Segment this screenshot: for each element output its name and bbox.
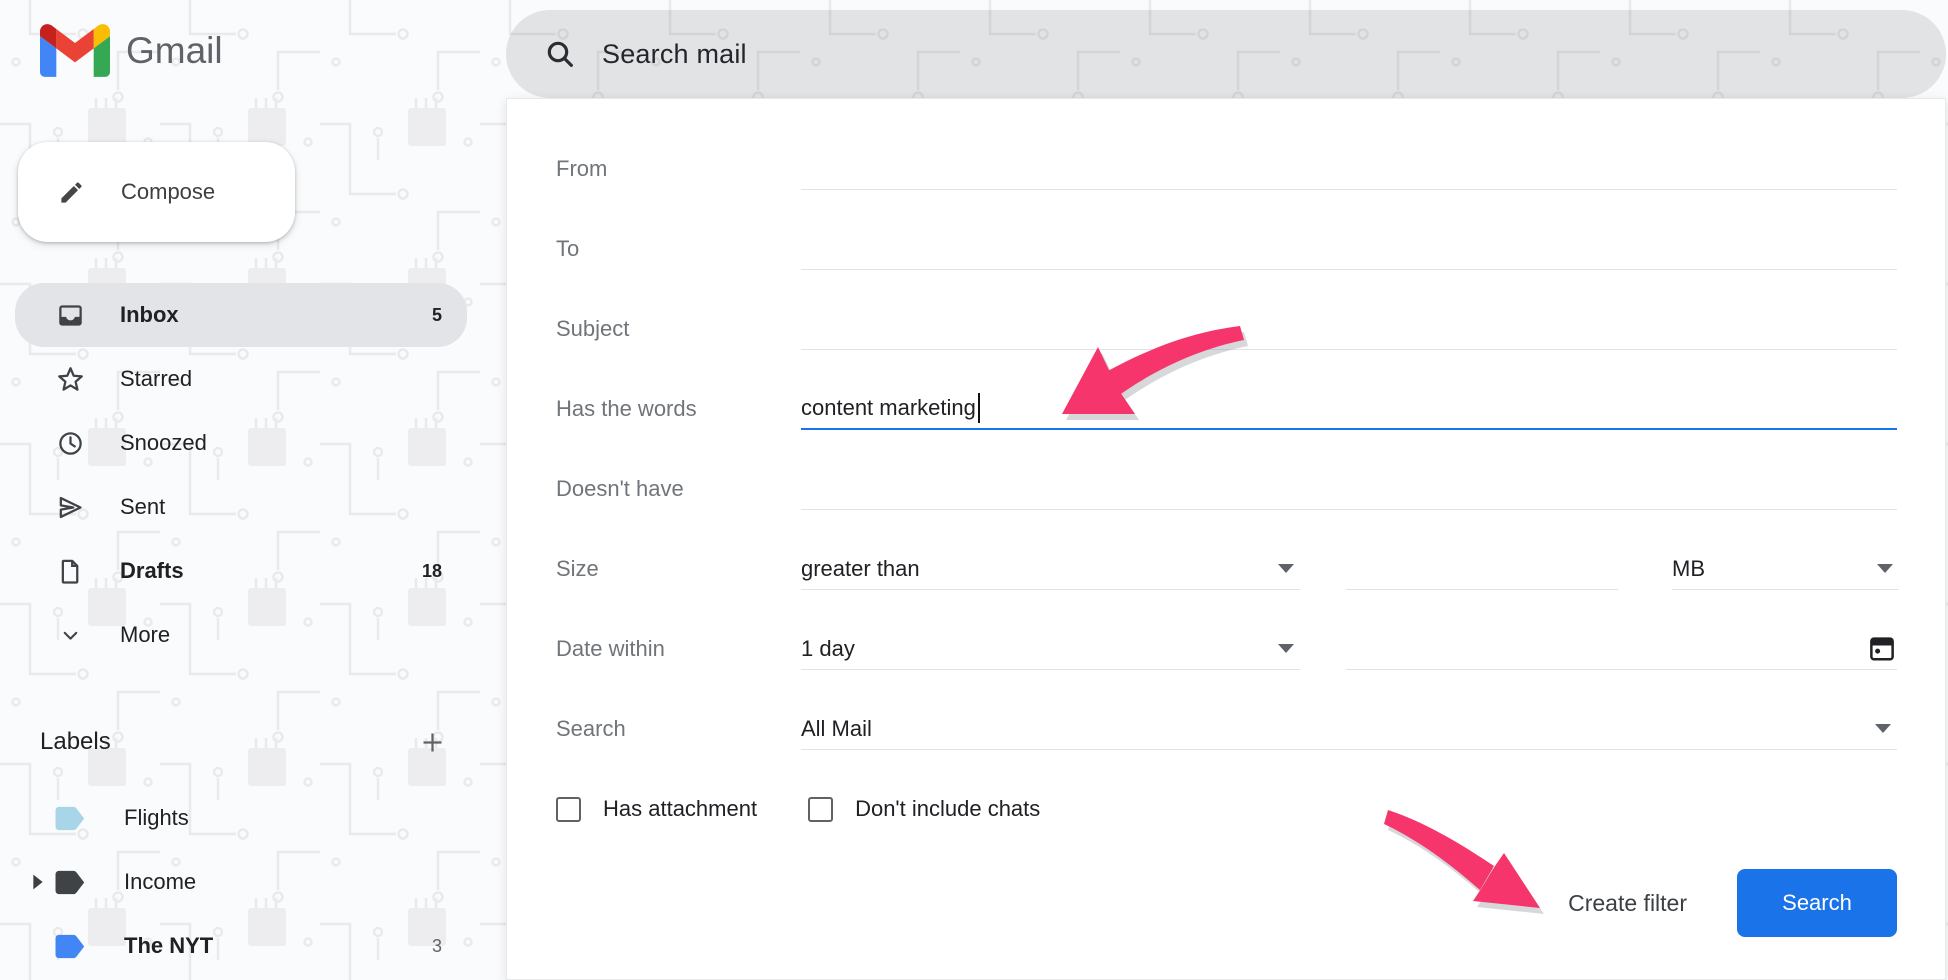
label-name: Income	[124, 869, 196, 895]
field-label: Doesn't have	[556, 476, 801, 502]
label-name: The NYT	[124, 933, 213, 959]
label-item-income[interactable]: Income	[15, 850, 467, 914]
sidebar-item-label: Starred	[120, 366, 192, 392]
pencil-icon	[58, 179, 85, 206]
sidebar-item-label: More	[120, 622, 170, 648]
send-icon	[57, 494, 84, 521]
dropdown-arrow-icon	[1278, 644, 1294, 653]
text-cursor	[978, 393, 980, 423]
expand-arrow-icon[interactable]	[31, 874, 45, 890]
compose-button[interactable]: Compose	[18, 142, 295, 242]
field-label: Search	[556, 716, 801, 742]
filter-row-doesnt-have: Doesn't have	[556, 449, 1897, 529]
labels-list: Flights Income The NYT 3	[0, 786, 506, 978]
labels-header: Labels	[0, 712, 506, 772]
clock-icon	[57, 430, 84, 457]
sidebar-item-label: Sent	[120, 494, 165, 520]
search-mail-placeholder: Search mail	[602, 39, 747, 70]
search-filter-panel: From To Subject Has the words content ma…	[506, 98, 1946, 980]
tag-icon	[55, 934, 86, 959]
create-filter-button[interactable]: Create filter	[1568, 890, 1687, 917]
gmail-search-filter-screen: Gmail Compose Inbox 5	[0, 0, 1948, 980]
filter-row-subject: Subject	[556, 289, 1897, 369]
search-submit-button[interactable]: Search	[1737, 869, 1897, 937]
drafts-count-badge: 18	[422, 561, 442, 582]
sidebar-item-label: Snoozed	[120, 430, 207, 456]
size-unit-select[interactable]: MB	[1672, 548, 1899, 590]
filter-row-search-scope: Search All Mail	[556, 689, 1897, 769]
field-label: Size	[556, 556, 801, 582]
sidebar-item-drafts[interactable]: Drafts 18	[15, 539, 467, 603]
filter-row-size: Size greater than MB	[556, 529, 1897, 609]
selected-value: 1 day	[801, 636, 855, 662]
search-icon	[544, 38, 576, 70]
sidebar-item-label: Drafts	[120, 558, 184, 584]
selected-value: MB	[1672, 556, 1705, 582]
calendar-icon	[1867, 633, 1897, 663]
field-label: To	[556, 236, 801, 262]
sidebar-item-starred[interactable]: Starred	[15, 347, 467, 411]
inbox-icon	[57, 302, 84, 329]
dropdown-arrow-icon	[1278, 564, 1294, 573]
labels-heading: Labels	[40, 728, 111, 756]
sidebar-item-more[interactable]: More	[15, 603, 467, 667]
label-item-flights[interactable]: Flights	[15, 786, 467, 850]
label-item-the-nyt[interactable]: The NYT 3	[15, 914, 467, 978]
sidebar-item-label: Inbox	[120, 302, 179, 328]
compose-label: Compose	[121, 179, 215, 205]
sidebar-nav: Inbox 5 Starred Sn	[0, 283, 506, 667]
star-icon	[57, 366, 84, 393]
search-mail-bar[interactable]: Search mail	[506, 10, 1946, 98]
dropdown-arrow-icon	[1875, 724, 1891, 733]
filter-row-to: To	[556, 209, 1897, 289]
filter-row-date-within: Date within 1 day	[556, 609, 1897, 689]
field-label: From	[556, 156, 801, 182]
calendar-button[interactable]	[1867, 633, 1897, 663]
subject-input[interactable]	[801, 308, 1897, 350]
has-the-words-input[interactable]: content marketing	[801, 388, 1897, 430]
field-label: Subject	[556, 316, 801, 342]
selected-value: All Mail	[801, 716, 872, 742]
selected-value: greater than	[801, 556, 920, 582]
inbox-count-badge: 5	[432, 305, 442, 326]
size-amount-input[interactable]	[1346, 548, 1618, 590]
size-comparator-select[interactable]: greater than	[801, 548, 1300, 590]
date-range-select[interactable]: 1 day	[801, 628, 1300, 670]
gmail-logo[interactable]: Gmail	[40, 24, 223, 77]
tag-icon	[55, 806, 86, 831]
tag-icon	[55, 870, 86, 895]
add-label-button[interactable]	[419, 729, 446, 756]
dropdown-arrow-icon	[1877, 564, 1893, 573]
dont-include-chats-label[interactable]: Don't include chats	[855, 796, 1040, 822]
has-attachment-checkbox[interactable]	[556, 797, 581, 822]
field-label: Has the words	[556, 396, 801, 422]
filter-row-from: From	[556, 129, 1897, 209]
has-attachment-label[interactable]: Has attachment	[603, 796, 757, 822]
dont-include-chats-group: Don't include chats	[808, 796, 1040, 822]
to-input[interactable]	[801, 228, 1897, 270]
dont-include-chats-checkbox[interactable]	[808, 797, 833, 822]
sidebar: Gmail Compose Inbox 5	[0, 0, 506, 980]
sidebar-item-sent[interactable]: Sent	[15, 475, 467, 539]
field-value: content marketing	[801, 395, 976, 421]
label-name: Flights	[124, 805, 189, 831]
sidebar-item-snoozed[interactable]: Snoozed	[15, 411, 467, 475]
chevron-down-icon	[57, 623, 84, 648]
field-label: Date within	[556, 636, 801, 662]
filter-row-checkboxes: Has attachment Don't include chats	[556, 769, 1897, 849]
filter-row-has-the-words: Has the words content marketing	[556, 369, 1897, 449]
from-input[interactable]	[801, 148, 1897, 190]
sidebar-item-inbox[interactable]: Inbox 5	[15, 283, 467, 347]
file-icon	[57, 558, 84, 585]
date-input[interactable]	[1346, 628, 1897, 670]
filter-actions-row: Create filter Search	[556, 863, 1897, 943]
doesnt-have-input[interactable]	[801, 468, 1897, 510]
search-scope-select[interactable]: All Mail	[801, 708, 1897, 750]
gmail-wordmark: Gmail	[126, 30, 223, 72]
nyt-count-badge: 3	[432, 936, 442, 957]
gmail-m-icon	[40, 24, 110, 77]
